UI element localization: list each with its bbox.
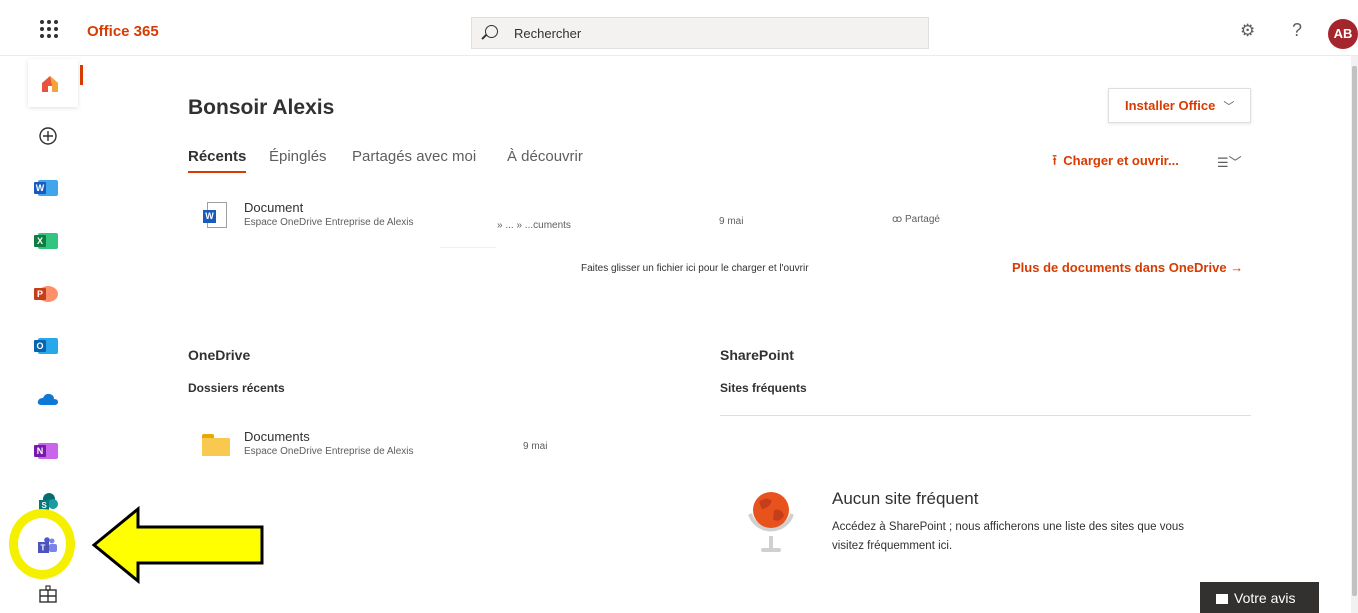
onedrive-subtitle: Dossiers récents <box>188 381 285 395</box>
sharepoint-subtitle: Sites fréquents <box>720 381 807 395</box>
avatar[interactable]: AB <box>1328 19 1358 49</box>
redacted-area <box>440 440 486 468</box>
install-office-button[interactable]: Installer Office ﹀ <box>1108 88 1251 123</box>
scrollbar[interactable] <box>1351 56 1358 613</box>
tab-discover[interactable]: À découvrir <box>507 148 583 165</box>
folder-date: 9 mai <box>523 441 548 452</box>
recent-doc-row[interactable]: W Document Espace OneDrive Entreprise de… <box>188 196 1251 248</box>
tab-shared[interactable]: Partagés avec moi <box>352 148 476 165</box>
folder-name: Documents <box>244 429 310 444</box>
word-icon[interactable]: W <box>30 170 66 206</box>
doc-name: Document <box>244 200 304 215</box>
onedrive-title: OneDrive <box>188 347 251 363</box>
active-indicator <box>80 65 83 85</box>
onedrive-icon[interactable] <box>30 381 66 417</box>
search-icon <box>485 25 498 38</box>
feedback-label: Votre avis <box>1234 590 1296 606</box>
more-docs-link[interactable]: Plus de documents dans OneDrive → <box>1012 260 1243 275</box>
sort-menu-icon[interactable]: ☰﹀ <box>1217 152 1242 171</box>
doc-date: 9 mai <box>719 216 744 227</box>
arrow-right-icon: → <box>1230 260 1244 275</box>
sharepoint-title: SharePoint <box>720 347 794 363</box>
shared-label: Partagé <box>904 214 940 225</box>
highlight-circle <box>9 509 75 579</box>
all-apps-icon[interactable] <box>30 576 66 612</box>
folder-icon <box>202 434 230 456</box>
redacted-area <box>440 208 496 248</box>
tab-pinned[interactable]: Épinglés <box>269 148 327 165</box>
empty-state-title: Aucun site fréquent <box>832 489 979 508</box>
people-icon: ꝏ <box>892 214 903 225</box>
chat-bubble-icon <box>1216 594 1228 604</box>
doc-path: » ... » ...cuments <box>497 220 571 231</box>
search-placeholder: Rechercher <box>514 26 582 41</box>
top-bar: Office 365 Rechercher ⚙ ? AB <box>0 0 1358 56</box>
doc-location: Espace OneDrive Entreprise de Alexis <box>244 217 414 228</box>
home-icon[interactable] <box>32 66 68 102</box>
chevron-down-icon: ﹀ <box>1223 101 1235 113</box>
onenote-icon[interactable]: N <box>30 433 66 469</box>
search-box[interactable]: Rechercher <box>471 17 929 49</box>
doc-shared-status: ꝏ Partagé <box>892 214 940 225</box>
drop-hint: Faites glisser un fichier ici pour le ch… <box>581 263 809 274</box>
empty-state-text: Accédez à SharePoint ; nous afficherons … <box>832 521 1185 552</box>
highlight-arrow <box>91 505 264 585</box>
more-docs-label: Plus de documents dans OneDrive <box>1012 260 1227 275</box>
brand-title[interactable]: Office 365 <box>87 23 159 40</box>
outlook-icon[interactable]: O <box>30 328 66 364</box>
upload-icon: ⭱ <box>1052 152 1058 169</box>
help-icon[interactable]: ? <box>1292 20 1302 41</box>
create-icon[interactable] <box>30 118 66 154</box>
gear-icon[interactable]: ⚙ <box>1240 22 1255 39</box>
feedback-button[interactable]: Votre avis <box>1200 582 1319 613</box>
folder-row[interactable]: Documents Espace OneDrive Entreprise de … <box>188 426 588 468</box>
install-label: Installer Office <box>1125 98 1216 113</box>
word-file-icon: W <box>203 202 227 230</box>
divider <box>720 415 1251 416</box>
tab-recents[interactable]: Récents <box>188 148 247 173</box>
globe-icon <box>742 484 800 560</box>
excel-icon[interactable]: X <box>30 223 66 259</box>
page-title: Bonsoir Alexis <box>188 96 335 119</box>
powerpoint-icon[interactable]: P <box>30 276 66 312</box>
app-launcher-icon[interactable] <box>40 20 58 38</box>
folder-location: Espace OneDrive Entreprise de Alexis <box>244 446 414 457</box>
upload-label: Charger et ouvrir... <box>1063 153 1179 168</box>
upload-open-button[interactable]: ⭱ Charger et ouvrir... <box>1052 150 1179 175</box>
